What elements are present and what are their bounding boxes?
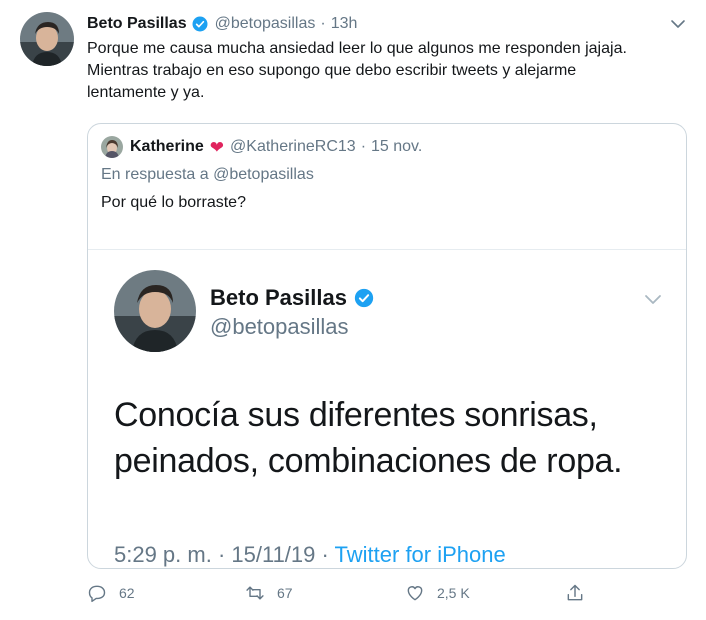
author-handle[interactable]: @betopasillas <box>215 15 316 33</box>
author-avatar[interactable] <box>20 12 74 66</box>
quoted-author-name[interactable]: Katherine <box>130 138 204 156</box>
reply-icon <box>88 585 106 603</box>
quoted-author-handle[interactable]: @KatherineRC13 <box>230 138 356 156</box>
like-button[interactable]: 2,5 K <box>405 583 470 603</box>
share-icon <box>567 584 583 601</box>
separator: · <box>320 15 326 32</box>
screenshot-avatar <box>114 270 196 352</box>
screenshot-text-line: Conocía sus diferentes sonrisas, <box>114 396 598 434</box>
separator: · <box>360 138 367 155</box>
retweet-button[interactable]: 67 <box>245 583 293 603</box>
tweet-text-line: Porque me causa mucha ansiedad leer lo q… <box>87 40 627 57</box>
screenshot-name-text: Beto Pasillas <box>210 285 347 310</box>
share-button[interactable] <box>565 583 597 603</box>
reply-button[interactable]: 62 <box>87 583 135 603</box>
tweet-screenshot-image: Beto Pasillas @betopasillas Conocía sus … <box>88 249 686 568</box>
reply-count: 62 <box>119 585 135 601</box>
screenshot-footer: 5:29 p. m. · 15/11/19 · Twitter for iPho… <box>114 542 506 568</box>
tweet-text-line: Mientras trabajo en eso supongo que debo… <box>87 62 577 79</box>
like-count: 2,5 K <box>437 585 470 601</box>
verified-badge-icon <box>353 287 375 309</box>
quoted-header: Katherine ❤ @KatherineRC13 · 15 nov. <box>101 136 422 158</box>
screenshot-author-name: Beto Pasillas <box>210 285 375 311</box>
screenshot-text-line: peinados, combinaciones de ropa. <box>114 442 623 480</box>
tweet-text-line: lentamente y ya. <box>87 84 205 101</box>
screenshot-source: Twitter for iPhone <box>334 542 506 567</box>
retweet-icon <box>246 586 264 600</box>
retweet-count: 67 <box>277 585 293 601</box>
quoted-avatar[interactable] <box>101 136 123 158</box>
quoted-text: Por qué lo borraste? <box>101 194 246 211</box>
chevron-down-icon[interactable] <box>668 14 688 34</box>
tweet[interactable]: Beto Pasillas @betopasillas · 13h Porque… <box>0 0 706 620</box>
verified-badge-icon <box>191 15 209 33</box>
tweet-actions: 62 67 2,5 K <box>87 583 687 613</box>
quoted-time[interactable]: 15 nov. <box>371 138 422 156</box>
chevron-down-icon <box>641 287 665 311</box>
screenshot-time: 5:29 p. m. · 15/11/19 · <box>114 542 335 567</box>
heart-emoji-icon: ❤ <box>209 137 225 157</box>
screenshot-tweet-text: Conocía sus diferentes sonrisas, peinado… <box>114 392 674 484</box>
reply-context[interactable]: En respuesta a @betopasillas <box>101 166 314 184</box>
heart-outline-icon <box>407 586 423 601</box>
quoted-tweet[interactable]: Katherine ❤ @KatherineRC13 · 15 nov. En … <box>87 123 687 569</box>
author-name[interactable]: Beto Pasillas <box>87 15 187 33</box>
screenshot-author-handle: @betopasillas <box>210 314 349 339</box>
tweet-header: Beto Pasillas @betopasillas · 13h <box>87 14 357 34</box>
tweet-time[interactable]: 13h <box>331 15 358 33</box>
tweet-text: Porque me causa mucha ansiedad leer lo q… <box>87 38 687 104</box>
